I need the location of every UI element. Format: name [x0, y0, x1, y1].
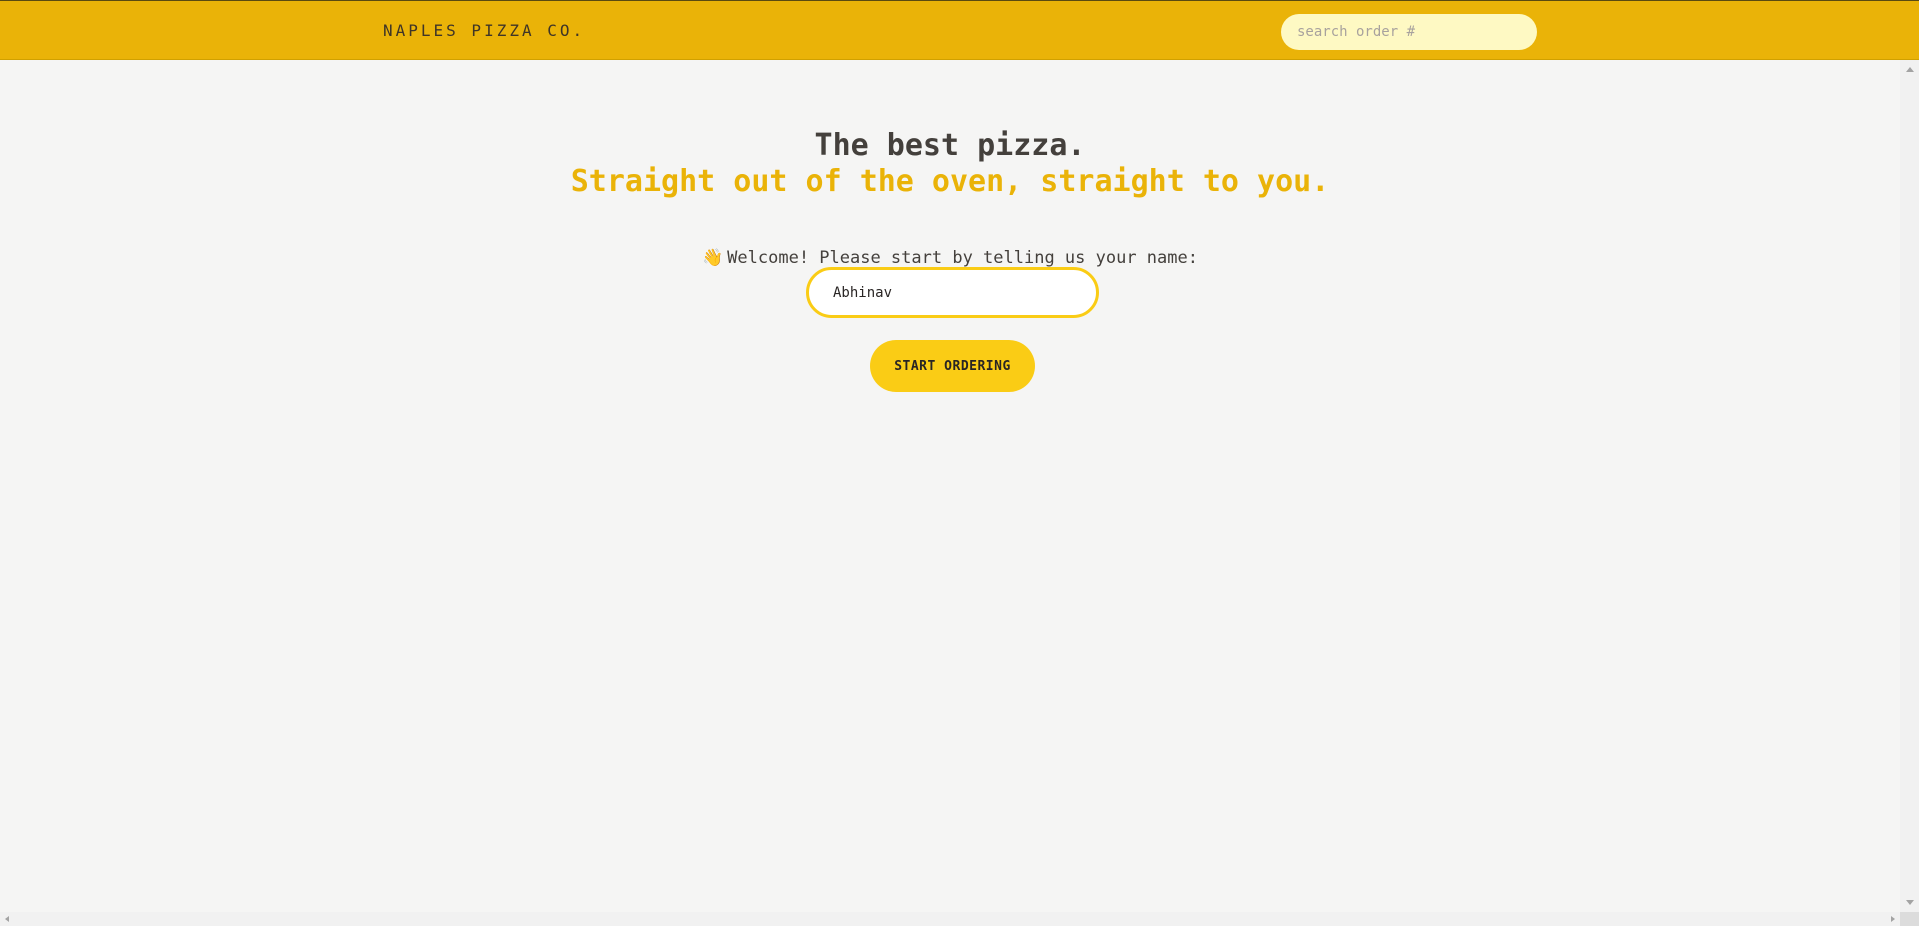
headline-text: The best pizza. [814, 128, 1086, 163]
scroll-down-arrow-icon[interactable] [1906, 900, 1914, 905]
order-search-input[interactable] [1281, 14, 1537, 50]
start-ordering-button[interactable]: START ORDERING [870, 340, 1035, 392]
brand-logo-link[interactable]: NAPLES PIZZA CO. [383, 21, 585, 41]
name-prompt: 👋 Welcome! Please start by telling us you… [0, 247, 1900, 269]
page-title: The best pizza. Straight out of the oven… [0, 128, 1900, 200]
scroll-up-arrow-icon[interactable] [1906, 67, 1914, 72]
waving-hand-icon: 👋 [702, 248, 724, 268]
customer-name-input[interactable] [806, 267, 1099, 318]
scroll-right-arrow-icon[interactable] [1891, 916, 1895, 922]
scrollbar-corner [1900, 912, 1919, 926]
headline-tagline: Straight out of the oven, straight to yo… [570, 164, 1330, 199]
scroll-left-arrow-icon[interactable] [5, 916, 9, 922]
app-viewport: NAPLES PIZZA CO. The best pizza. Straigh… [0, 0, 1919, 926]
top-header: NAPLES PIZZA CO. [0, 0, 1919, 60]
vertical-scrollbar[interactable] [1900, 60, 1919, 912]
horizontal-scrollbar[interactable] [0, 912, 1900, 926]
name-prompt-text: Welcome! Please start by telling us your… [727, 248, 1198, 268]
